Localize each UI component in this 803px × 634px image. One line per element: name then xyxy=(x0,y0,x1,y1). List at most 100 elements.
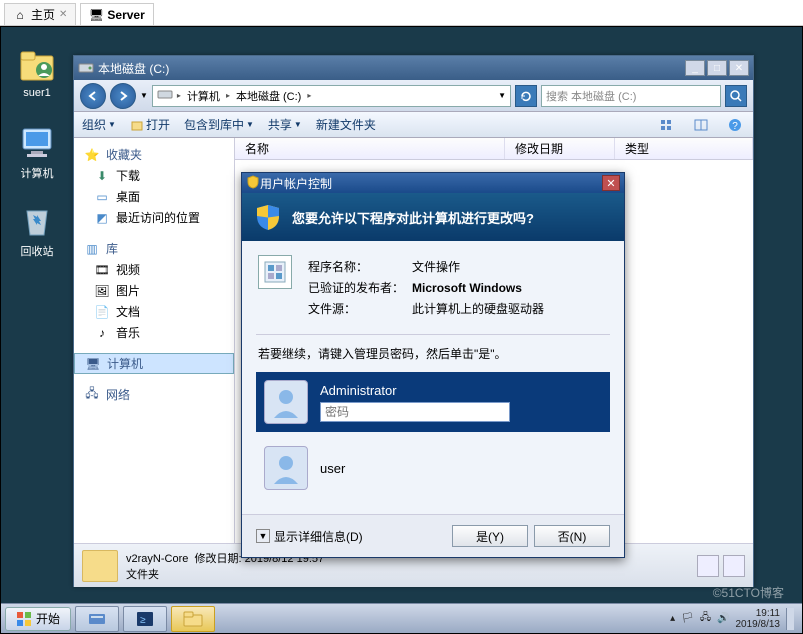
preview-button[interactable] xyxy=(691,116,711,134)
svg-text:?: ? xyxy=(732,121,738,132)
newfolder-button[interactable]: 新建文件夹 xyxy=(316,116,376,133)
video-icon: 🎞 xyxy=(94,262,110,278)
tree-downloads[interactable]: ⬇下载 xyxy=(74,165,234,186)
taskbar-powershell[interactable]: ≥ xyxy=(123,606,167,632)
status-action-1[interactable] xyxy=(697,555,719,577)
yes-button[interactable]: 是(Y) xyxy=(452,525,528,547)
host-tab-bar: ⌂ 主页 ✕ 🖥 Server xyxy=(0,0,803,26)
uac-user-other[interactable]: user xyxy=(256,438,610,498)
volume-icon[interactable]: 🔊 xyxy=(717,613,729,624)
tree-documents[interactable]: 📄文档 xyxy=(74,301,234,322)
uac-title-text: 用户帐户控制 xyxy=(260,175,602,192)
refresh-icon xyxy=(519,89,533,103)
chevron-right-icon: ▸ xyxy=(177,91,181,100)
tree-desktop[interactable]: ▭桌面 xyxy=(74,186,234,207)
value-origin: 此计算机上的硬盘驱动器 xyxy=(412,299,550,318)
uac-footer: ▼显示详细信息(D) 是(Y) 否(N) xyxy=(242,514,624,557)
minimize-button[interactable]: _ xyxy=(685,60,705,76)
close-button[interactable]: ✕ xyxy=(729,60,749,76)
user-name: Administrator xyxy=(320,383,510,398)
picture-icon: 🖼 xyxy=(94,283,110,299)
share-menu[interactable]: 共享 ▼ xyxy=(268,116,302,133)
tray-expand-icon[interactable]: ▴ xyxy=(670,613,675,624)
avatar-icon xyxy=(264,446,308,490)
taskbar-explorer[interactable] xyxy=(171,606,215,632)
tree-recent[interactable]: ◩最近访问的位置 xyxy=(74,207,234,228)
status-kind: 文件夹 xyxy=(126,566,324,582)
tree-libraries[interactable]: ▥库 xyxy=(74,238,234,259)
refresh-button[interactable] xyxy=(515,85,537,107)
recent-icon: ◩ xyxy=(94,210,110,226)
forward-button[interactable] xyxy=(110,83,136,109)
computer-icon xyxy=(17,123,57,163)
tree-favorites[interactable]: ⭐收藏夹 xyxy=(74,144,234,165)
show-desktop-button[interactable] xyxy=(786,608,794,630)
search-button[interactable] xyxy=(725,85,747,107)
desktop-icon-recycle[interactable]: 回收站 xyxy=(7,201,67,259)
uac-user-admin[interactable]: Administrator xyxy=(256,372,610,432)
view-button[interactable] xyxy=(657,116,677,134)
breadcrumb-seg[interactable]: 本地磁盘 (C:) xyxy=(234,88,303,104)
uac-question: 您要允许以下程序对此计算机进行更改吗? xyxy=(292,208,534,227)
password-input[interactable] xyxy=(320,402,510,422)
tree-videos[interactable]: 🎞视频 xyxy=(74,259,234,280)
windows-logo-icon xyxy=(16,611,32,627)
label-publisher: 已验证的发布者： xyxy=(308,278,410,297)
drive-icon xyxy=(78,59,94,78)
value-publisher: Microsoft Windows xyxy=(412,281,522,295)
clock[interactable]: 19:11 2019/8/13 xyxy=(736,608,781,630)
col-type[interactable]: 类型 xyxy=(615,138,753,159)
start-button[interactable]: 开始 xyxy=(5,607,71,631)
watermark: ©51CTO博客 xyxy=(713,584,784,601)
history-dropdown-icon[interactable]: ▼ xyxy=(140,91,148,100)
status-action-2[interactable] xyxy=(723,555,745,577)
folder-icon xyxy=(82,550,118,582)
search-placeholder: 搜索 本地磁盘 (C:) xyxy=(546,88,636,104)
document-icon: 📄 xyxy=(94,304,110,320)
desktop-icon-user[interactable]: suer1 xyxy=(7,45,67,99)
details-toggle[interactable]: ▼显示详细信息(D) xyxy=(256,528,446,545)
uac-dialog: 用户帐户控制 ✕ 您要允许以下程序对此计算机进行更改吗? 程序名称：文件操作 已… xyxy=(241,172,625,558)
shield-icon xyxy=(246,175,260,192)
desktop-icon: ▭ xyxy=(94,189,110,205)
col-name[interactable]: 名称 xyxy=(235,138,505,159)
close-button[interactable]: ✕ xyxy=(602,175,620,191)
tree-computer[interactable]: 🖥计算机 xyxy=(74,353,234,374)
tab-label: Server xyxy=(107,8,144,22)
network-icon[interactable]: 🖧 xyxy=(700,610,711,627)
app-icon xyxy=(258,255,292,289)
organize-menu[interactable]: 组织 ▼ xyxy=(82,116,116,133)
computer-icon: 🖥 xyxy=(85,356,101,372)
taskbar-servermanager[interactable] xyxy=(75,606,119,632)
help-button[interactable]: ? xyxy=(725,116,745,134)
breadcrumb-seg[interactable]: 计算机 xyxy=(185,88,222,104)
status-label: 修改日期: xyxy=(194,553,241,565)
host-tab-home[interactable]: ⌂ 主页 ✕ xyxy=(4,3,76,25)
host-tab-server[interactable]: 🖥 Server xyxy=(80,3,153,25)
user-name: user xyxy=(320,461,345,476)
tree-network[interactable]: 🖧网络 xyxy=(74,384,234,405)
flag-icon[interactable]: 🏳 xyxy=(681,613,694,624)
system-tray: ▴ 🏳 🖧 🔊 19:11 2019/8/13 xyxy=(670,608,798,630)
open-button[interactable]: 打开 xyxy=(130,116,170,133)
tree-music[interactable]: ♪音乐 xyxy=(74,322,234,343)
col-modified[interactable]: 修改日期 xyxy=(505,138,615,159)
close-icon[interactable]: ✕ xyxy=(59,9,67,20)
label-program: 程序名称： xyxy=(308,257,410,276)
download-icon: ⬇ xyxy=(94,168,110,184)
svg-text:≥: ≥ xyxy=(140,615,146,626)
value-program: 文件操作 xyxy=(412,257,550,276)
chevron-down-icon[interactable]: ▼ xyxy=(498,91,506,100)
include-menu[interactable]: 包含到库中 ▼ xyxy=(184,116,254,133)
tree-pictures[interactable]: 🖼图片 xyxy=(74,280,234,301)
star-icon: ⭐ xyxy=(84,147,100,163)
desktop-icon-computer[interactable]: 计算机 xyxy=(7,123,67,181)
search-box[interactable]: 搜索 本地磁盘 (C:) xyxy=(541,85,721,107)
maximize-button[interactable]: □ xyxy=(707,60,727,76)
tab-label: 主页 xyxy=(31,6,55,23)
no-button[interactable]: 否(N) xyxy=(534,525,610,547)
explorer-titlebar[interactable]: 本地磁盘 (C:) _ □ ✕ xyxy=(74,56,753,80)
address-bar[interactable]: ▸ 计算机 ▸ 本地磁盘 (C:) ▸ ▼ xyxy=(152,85,511,107)
uac-titlebar[interactable]: 用户帐户控制 ✕ xyxy=(242,173,624,193)
back-button[interactable] xyxy=(80,83,106,109)
